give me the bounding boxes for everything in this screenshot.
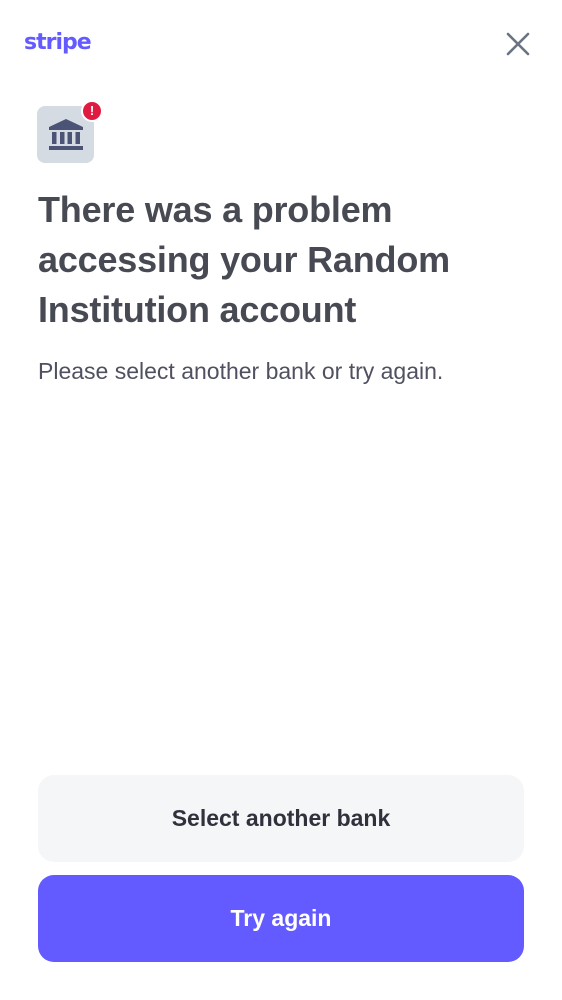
- close-icon: [506, 32, 530, 56]
- close-button[interactable]: [500, 26, 536, 62]
- page-title: There was a problem accessing your Rando…: [38, 189, 450, 330]
- stripe-logo: stripe: [24, 30, 92, 55]
- bank-icon: [48, 118, 83, 150]
- try-again-button[interactable]: Try again: [38, 875, 524, 962]
- select-another-bank-button[interactable]: Select another bank: [38, 775, 524, 862]
- page-subtitle: Please select another bank or try again.: [38, 358, 444, 384]
- alert-icon: !: [81, 100, 103, 122]
